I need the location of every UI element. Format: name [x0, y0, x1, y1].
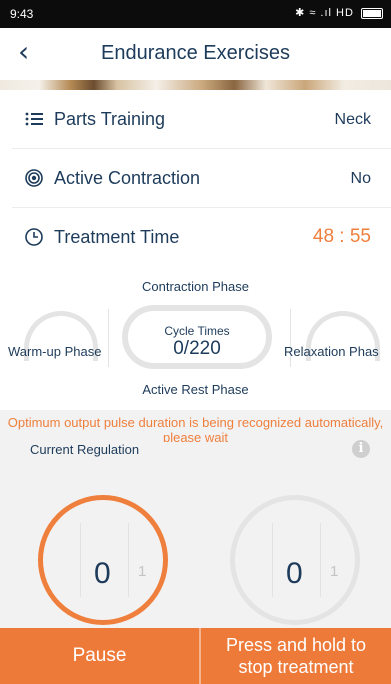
warm-up-phase-label: Warm-up Phase	[8, 344, 102, 359]
recognition-notice: Optimum output pulse duration is being r…	[7, 415, 384, 442]
setting-row-active-contraction[interactable]: Active Contraction No	[12, 149, 391, 208]
banner-image	[0, 80, 391, 90]
cycle-times-label: Cycle Times	[164, 324, 230, 338]
setting-label: Parts Training	[54, 109, 166, 129]
status-indicators-text: ✱ ≈ .ıl HD	[295, 7, 354, 19]
right-channel-dial[interactable]: 0 1	[230, 495, 360, 625]
current-regulation-label: Current Regulation	[30, 442, 140, 457]
cycle-times-value: 0/220	[173, 338, 221, 359]
stop-button-line2: stop treatment	[238, 657, 354, 677]
status-indicators: ✱ ≈ .ıl HD	[295, 6, 383, 19]
dial-picker: 0 1	[272, 523, 338, 597]
info-icon[interactable]: i	[352, 440, 370, 458]
setting-value: No	[350, 170, 371, 187]
nav-bar: ‹ Endurance Exercises	[0, 28, 391, 80]
dial-picker: 0 1	[80, 523, 146, 597]
contraction-phase-label: Contraction Phase	[142, 279, 249, 294]
left-intensity-value: 0	[94, 557, 111, 590]
setting-value: Neck	[334, 111, 371, 128]
bottom-action-bar: Pause Press and hold to stop treatment	[0, 628, 391, 684]
stop-button-line1: Press and hold to	[225, 635, 367, 655]
setting-row-parts-training[interactable]: Parts Training Neck	[12, 90, 391, 149]
battery-icon	[361, 7, 383, 19]
active-rest-phase-label: Active Rest Phase	[142, 382, 249, 397]
status-time: 9:43	[10, 7, 34, 21]
clock-icon	[25, 228, 43, 246]
current-regulation-panel: Optimum output pulse duration is being r…	[0, 410, 391, 628]
setting-row-treatment-time[interactable]: Treatment Time 48 : 55	[12, 208, 391, 266]
cycle-times-indicator: Cycle Times 0/220	[122, 305, 272, 369]
right-intensity-value: 0	[286, 557, 303, 590]
right-next-value: 1	[330, 563, 339, 580]
target-icon	[25, 169, 43, 187]
picker-line	[80, 523, 81, 597]
picker-line	[320, 523, 321, 597]
picker-line	[128, 523, 129, 597]
left-channel-dial[interactable]: 0 1	[38, 495, 168, 625]
phase-divider	[108, 309, 109, 367]
list-icon	[25, 112, 43, 126]
setting-label: Active Contraction	[54, 168, 201, 188]
page-title: Endurance Exercises	[101, 42, 290, 64]
setting-label: Treatment Time	[54, 227, 180, 247]
treatment-time-value: 48 : 55	[312, 226, 371, 247]
phase-diagram: Contraction Phase Warm-up Phase Cycle Ti…	[0, 265, 391, 410]
status-bar: 9:43 ✱ ≈ .ıl HD	[0, 0, 391, 28]
left-next-value: 1	[138, 563, 147, 580]
picker-line	[272, 523, 273, 597]
settings-list: Parts Training Neck Active Contraction N…	[0, 90, 391, 266]
pause-button[interactable]: Pause	[0, 628, 199, 684]
relaxation-phase-label: Relaxation Phas	[284, 344, 379, 359]
stop-treatment-button[interactable]: Press and hold to stop treatment	[201, 628, 391, 684]
